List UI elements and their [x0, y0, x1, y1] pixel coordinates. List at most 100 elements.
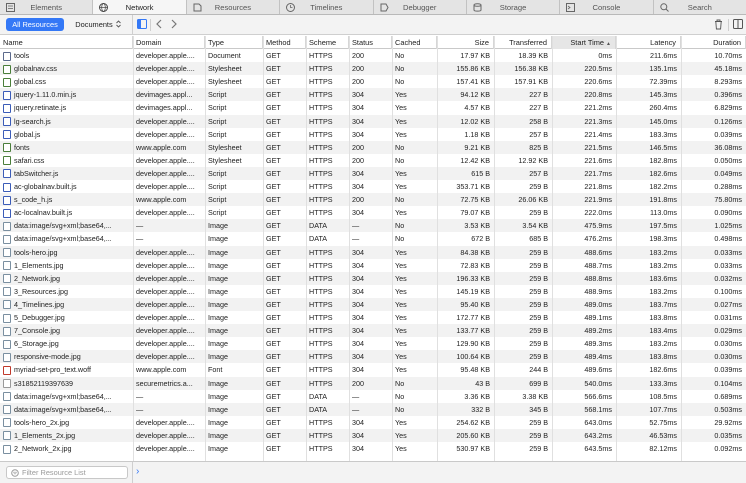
cell-text: GET [266, 234, 281, 244]
tab-debugger[interactable]: Debugger [374, 0, 467, 14]
table-row[interactable]: jquery-1.11.0.min.js devimages.appl... Scr… [0, 88, 746, 102]
table-row[interactable]: data:image/svg+xml;base64,... — Image GET DA… [0, 219, 746, 233]
tab-resources[interactable]: Resources [187, 0, 281, 14]
tab-storage[interactable]: Storage [467, 0, 561, 14]
table-row[interactable]: ac-localnav.built.js developer.apple.... S… [0, 206, 746, 219]
table-row[interactable]: data:image/svg+xml;base64,... — Image GET DA… [0, 232, 746, 245]
column-header-name[interactable]: Name [0, 36, 133, 49]
cell-text: 145.19 KB [456, 286, 490, 296]
column-header-cached[interactable]: Cached [392, 36, 437, 49]
tab-elements[interactable]: Elements [0, 0, 94, 14]
table-row[interactable]: responsive-mode.jpg developer.apple.... Im… [0, 350, 746, 364]
table-row[interactable]: lg-search.js developer.apple.... Script GET… [0, 114, 746, 128]
table-row[interactable]: 7_Console.jpg developer.apple.... Image GET… [0, 324, 746, 338]
table-row[interactable]: data:image/svg+xml;base64,... — Image GET DA… [0, 402, 746, 416]
cell-scheme: HTTPS [306, 350, 349, 363]
cell-text: 304 [352, 313, 364, 322]
table-row[interactable]: safari.css developer.apple.... Stylesheet G… [0, 154, 746, 167]
table-row[interactable]: 6_Storage.jpg developer.apple.... Image GET… [0, 337, 746, 350]
cell-text: Yes [395, 286, 407, 296]
table-row[interactable]: data:image/svg+xml;base64,... — Image GET DA… [0, 390, 746, 403]
table-row[interactable]: jquery.retinate.js devimages.appl... Scrip… [0, 101, 746, 114]
table-row[interactable]: 3_Resources.jpg developer.apple.... Image G… [0, 285, 746, 298]
cell-text: 530.97 KB [456, 444, 490, 453]
cell-text: 259 B [529, 182, 548, 191]
cell-size: 530.97 KB [437, 442, 494, 455]
table-row[interactable]: tools-hero_2x.jpg developer.apple.... Imag… [0, 416, 746, 429]
cell-text: 643.5ms [584, 444, 612, 453]
column-header-type[interactable]: Type [205, 36, 263, 49]
cell-text: 259 B [529, 430, 548, 440]
trash-icon[interactable] [714, 19, 723, 32]
column-header-start-time[interactable]: Start Time ▲ [552, 36, 616, 49]
scope-all-resources-button[interactable]: All Resources [6, 18, 64, 31]
tab-network[interactable]: Network [93, 0, 187, 14]
tab-search[interactable]: Search [654, 0, 746, 14]
filter-resource-input[interactable]: Filter Resource List [6, 466, 128, 479]
console-icon [566, 3, 576, 14]
cell-domain: developer.apple.... [133, 285, 205, 298]
column-divider [437, 36, 438, 461]
image-file-icon [3, 392, 11, 402]
table-row[interactable]: s31852119397639 securemetrics.a... Image GE… [0, 376, 746, 390]
cell-latency: 260.4ms [616, 101, 681, 114]
cell-text: No [395, 195, 405, 205]
cell-cached: No [392, 154, 437, 167]
cell-start-time: 566.6ms [552, 390, 616, 403]
cell-status: 304 [349, 180, 392, 193]
cell-start-time: 643.2ms [552, 429, 616, 442]
table-row[interactable]: 1_Elements_2x.jpg developer.apple.... Imag… [0, 428, 746, 442]
cell-domain: developer.apple.... [133, 206, 205, 219]
forward-arrow-icon[interactable] [170, 19, 178, 31]
cell-text: devimages.appl... [136, 103, 193, 113]
table-row[interactable]: globalnav.css developer.apple.... Styleshe… [0, 62, 746, 76]
table-row[interactable]: tabSwitcher.js developer.apple.... Script G… [0, 166, 746, 180]
table-row[interactable]: ac-globalnav.built.js developer.apple....… [0, 180, 746, 193]
tab-timelines[interactable]: Timelines [280, 0, 374, 14]
column-header-method[interactable]: Method [263, 36, 306, 49]
column-header-transferred[interactable]: Transferred [494, 36, 552, 49]
toggle-sidebar-icon[interactable] [137, 19, 147, 31]
timelines-icon [286, 3, 296, 14]
table-row[interactable]: tools-hero.jpg developer.apple.... Image GE… [0, 245, 746, 259]
cell-text: 155.86 KB [456, 64, 490, 74]
column-header-domain[interactable]: Domain [133, 36, 205, 49]
back-arrow-icon[interactable] [155, 19, 163, 31]
column-header-duration[interactable]: Duration [681, 36, 746, 49]
column-header-size[interactable]: Size [437, 36, 494, 49]
column-header-latency[interactable]: Latency [616, 36, 681, 49]
column-header-scheme[interactable]: Scheme [306, 36, 349, 49]
cell-text: 304 [352, 168, 364, 178]
table-row[interactable]: fonts www.apple.com Stylesheet GET HTTPS 200 N… [0, 140, 746, 154]
table-row[interactable]: global.css developer.apple.... Stylesheet G… [0, 75, 746, 88]
table-row[interactable]: 4_Timelines.jpg developer.apple.... Image G… [0, 297, 746, 311]
split-panel-icon[interactable] [733, 19, 743, 31]
table-row[interactable]: s_code_h.js www.apple.com Script GET HTTPS 20… [0, 193, 746, 207]
cell-status: 304 [349, 88, 392, 101]
scope-documents-dropdown[interactable]: Documents [68, 18, 128, 31]
table-row[interactable]: 2_Network.jpg developer.apple.... Image GET… [0, 271, 746, 285]
tab-console[interactable]: Console [560, 0, 654, 14]
table-row[interactable]: 1_Elements.jpg developer.apple.... Image GE… [0, 259, 746, 272]
cell-text: GET [266, 286, 281, 296]
table-row[interactable]: global.js developer.apple.... Script GET HTT… [0, 128, 746, 141]
cell-text: 304 [352, 103, 364, 113]
cell-text: 304 [352, 326, 364, 336]
table-row[interactable]: tools developer.apple.... Document GET HTTPS… [0, 49, 746, 62]
cell-text: developer.apple.... [136, 326, 195, 336]
cell-domain: developer.apple.... [133, 416, 205, 429]
cell-scheme: DATA [306, 390, 349, 403]
tab-label: Console [592, 2, 621, 12]
table-row[interactable]: myriad-set-pro_text.woff www.apple.com Fon… [0, 363, 746, 376]
cell-start-time: 221.4ms [552, 128, 616, 141]
table-row[interactable]: 5_Debugger.jpg developer.apple.... Image GE… [0, 311, 746, 324]
cell-text: 12.92 KB [518, 155, 548, 165]
cell-type: Script [205, 193, 263, 206]
cell-text: 183.7ms [649, 299, 677, 309]
table-row[interactable]: 2_Network_2x.jpg developer.apple.... Image… [0, 442, 746, 455]
cell-text: Yes [395, 352, 407, 362]
column-header-status[interactable]: Status [349, 36, 392, 49]
cell-start-time: 489.4ms [552, 350, 616, 363]
cell-type: Stylesheet [205, 75, 263, 88]
console-prompt-icon[interactable]: › [136, 467, 139, 477]
